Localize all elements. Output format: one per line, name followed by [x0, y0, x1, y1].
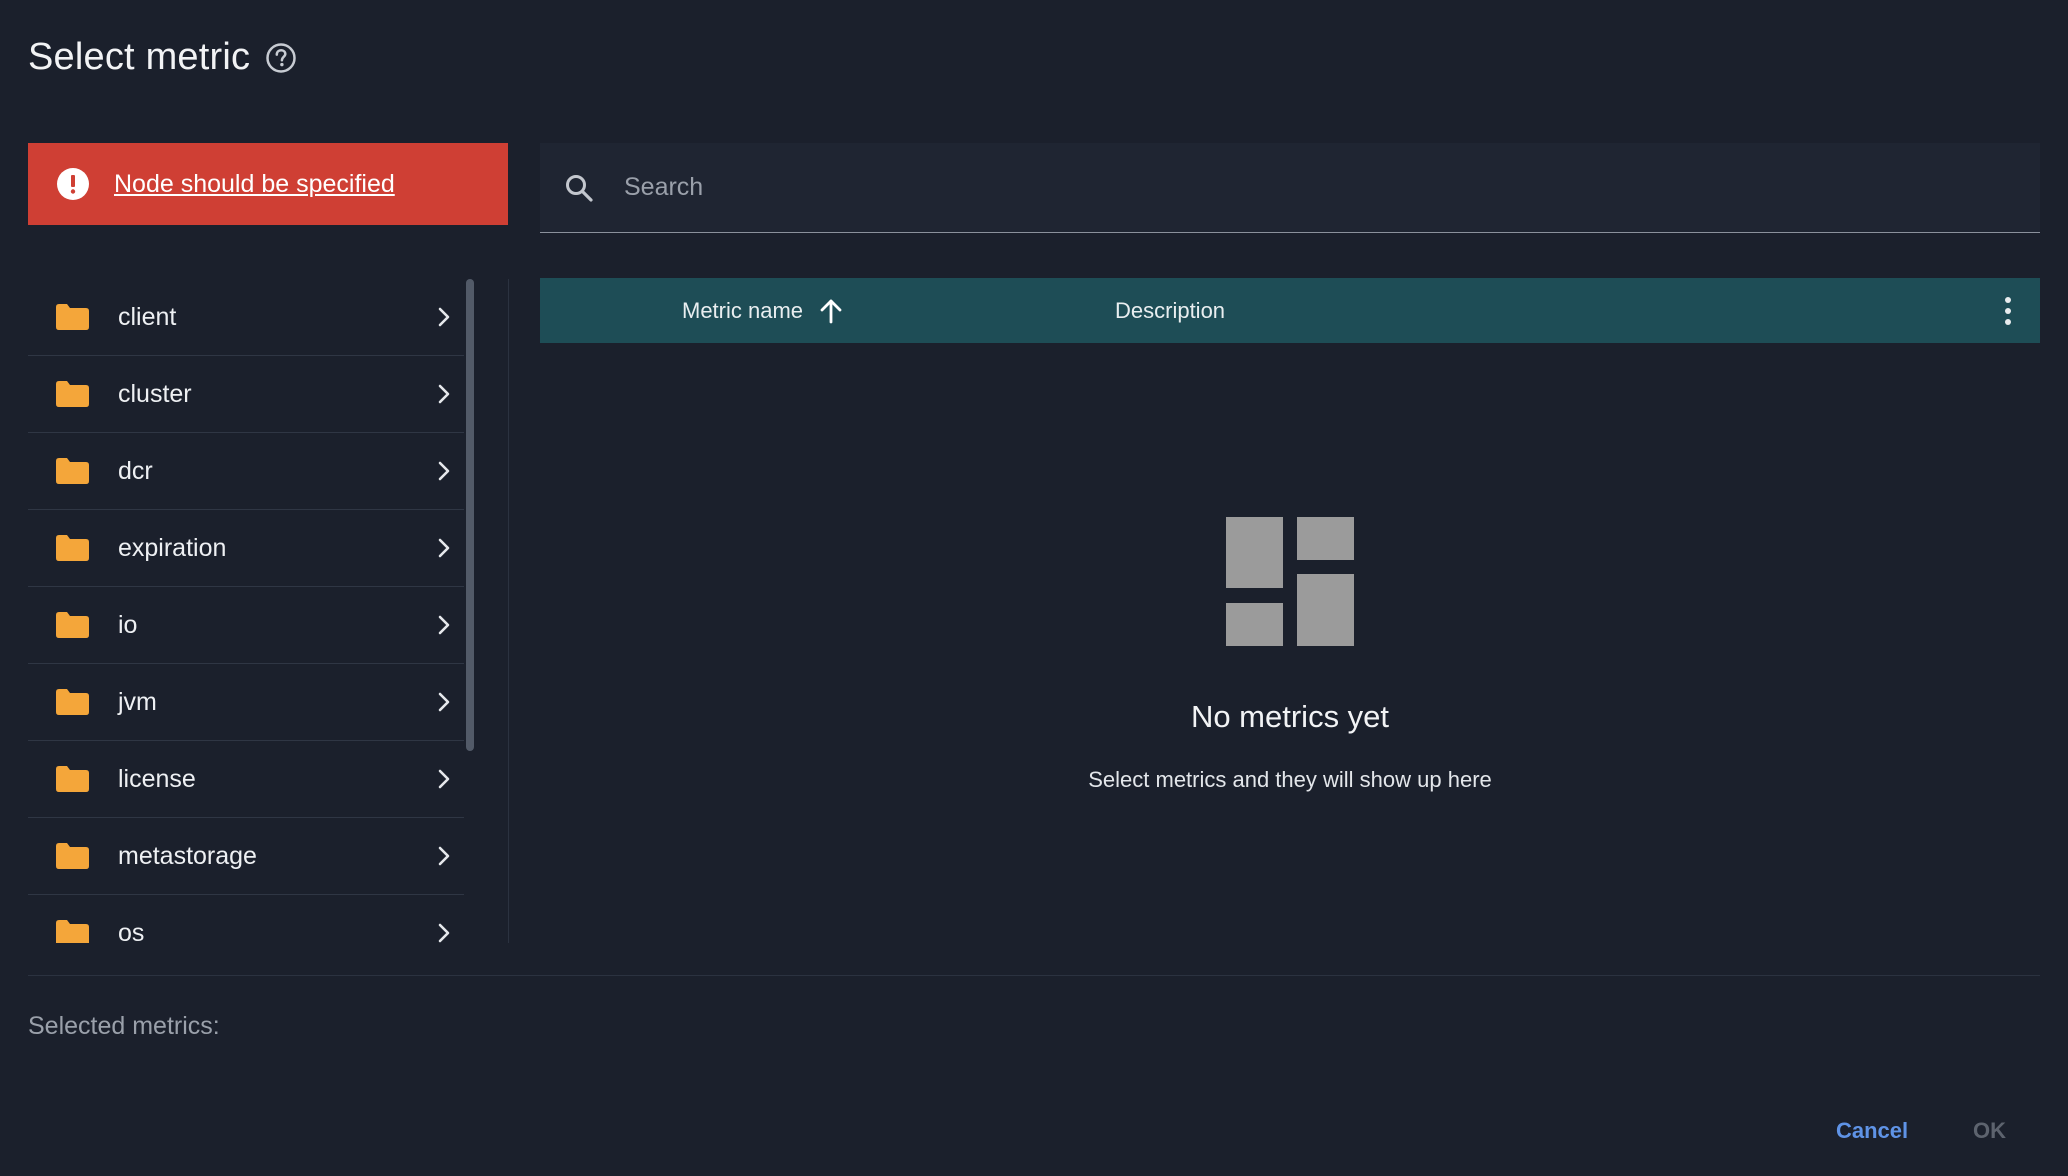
chevron-right-icon	[438, 615, 450, 635]
tree-item-metastorage[interactable]: metastorage	[28, 818, 464, 895]
folder-icon	[56, 381, 89, 407]
tree-item-io[interactable]: io	[28, 587, 464, 664]
folder-icon	[56, 689, 89, 715]
search-bar	[540, 143, 2040, 233]
metrics-table-header: Metric name Description	[540, 278, 2040, 343]
chevron-right-icon	[438, 461, 450, 481]
dashboard-placeholder-icon	[1226, 517, 1354, 646]
tree-item-label: dcr	[118, 456, 153, 485]
tree-item-client[interactable]: client	[28, 279, 464, 356]
tree-item-os[interactable]: os	[28, 895, 464, 943]
tree-item-label: metastorage	[118, 841, 257, 870]
empty-state: No metrics yet Select metrics and they w…	[540, 343, 2040, 943]
chevron-right-icon	[438, 769, 450, 789]
footer-divider	[28, 975, 2040, 976]
exclamation-circle-icon	[56, 167, 90, 201]
dialog-title: Select metric	[28, 36, 251, 78]
folder-icon	[56, 458, 89, 484]
tree-item-label: expiration	[118, 533, 227, 562]
column-label: Metric name	[682, 297, 804, 323]
tree-item-cluster[interactable]: cluster	[28, 356, 464, 433]
tree-item-label: client	[118, 302, 177, 331]
tree-item-label: io	[118, 610, 138, 639]
ok-button[interactable]: OK	[1973, 1118, 2006, 1144]
tree-item-label: jvm	[118, 687, 157, 716]
search-icon	[566, 174, 593, 202]
chevron-right-icon	[438, 923, 450, 943]
select-metric-dialog: Select metric Node should be specified c…	[0, 0, 2068, 1176]
error-banner: Node should be specified	[28, 143, 508, 225]
cancel-button[interactable]: Cancel	[1836, 1118, 1908, 1144]
search-input[interactable]	[622, 143, 2002, 231]
column-header-description[interactable]: Description	[1115, 278, 1225, 343]
tree-item-dcr[interactable]: dcr	[28, 433, 464, 510]
error-message-link[interactable]: Node should be specified	[114, 170, 395, 199]
tree-item-expiration[interactable]: expiration	[28, 510, 464, 587]
tree-item-jvm[interactable]: jvm	[28, 664, 464, 741]
column-label: Description	[1115, 297, 1226, 323]
tree-item-label: cluster	[118, 379, 192, 408]
folder-icon	[56, 535, 89, 561]
chevron-right-icon	[438, 692, 450, 712]
chevron-right-icon	[438, 846, 450, 866]
folder-icon	[56, 304, 89, 330]
tree-scrollbar[interactable]	[466, 279, 474, 751]
tree-item-label: license	[118, 764, 196, 793]
sort-ascending-icon	[820, 299, 842, 323]
chevron-right-icon	[438, 538, 450, 558]
folder-icon	[56, 843, 89, 869]
selected-metrics-label: Selected metrics:	[28, 1012, 220, 1040]
panel-divider	[508, 279, 509, 943]
column-header-metric-name[interactable]: Metric name	[682, 278, 845, 343]
chevron-right-icon	[438, 307, 450, 327]
empty-state-title: No metrics yet	[1190, 699, 1390, 734]
folder-icon	[56, 920, 89, 943]
more-vertical-icon[interactable]	[1996, 294, 2020, 328]
tree-item-label: os	[118, 918, 145, 944]
folder-icon	[56, 612, 89, 638]
question-circle-icon[interactable]	[264, 41, 298, 75]
tree-item-license[interactable]: license	[28, 741, 464, 818]
chevron-right-icon	[438, 384, 450, 404]
dialog-header: Select metric	[28, 36, 298, 79]
metric-folder-tree: client cluster dcr expiration io jvm lic…	[28, 279, 464, 943]
empty-state-subtitle: Select metrics and they will show up her…	[1088, 767, 1492, 792]
folder-icon	[56, 766, 89, 792]
